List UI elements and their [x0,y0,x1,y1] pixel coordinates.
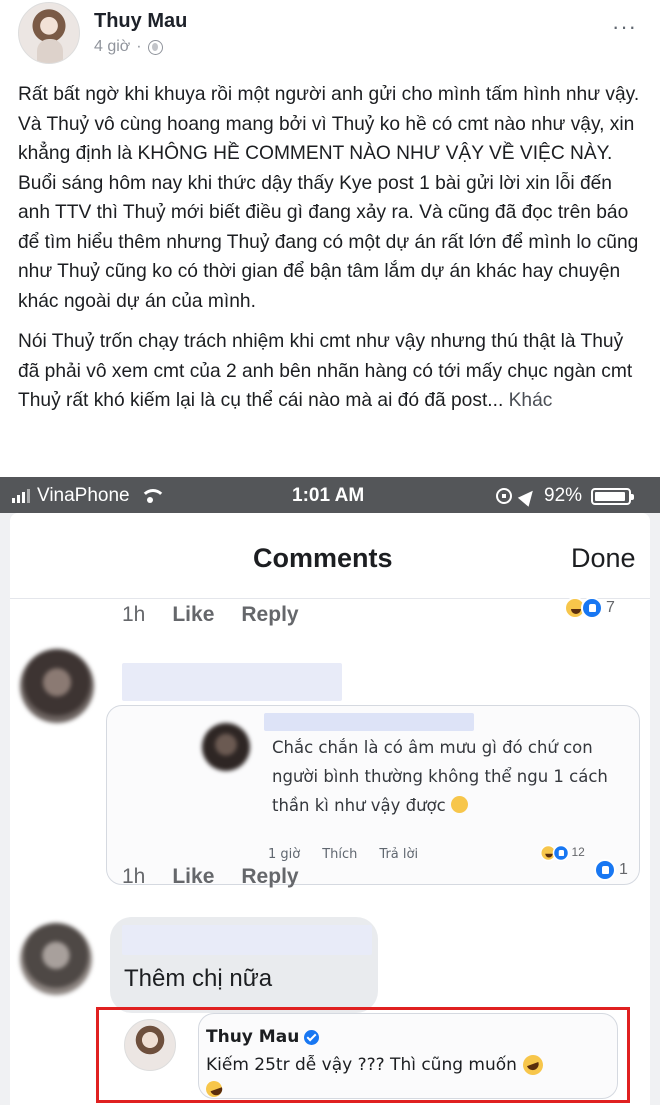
see-more-link[interactable]: Khác [509,390,553,411]
author-name[interactable]: Thuy Mau [94,10,187,33]
embedded-screenshot[interactable]: VinaPhone 1:01 AM 92% Comments Done 1h L… [0,477,660,1105]
post-header: Thuy Mau 4 giờ · ··· [0,0,660,72]
like-button[interactable]: Like [172,865,214,889]
commenter-avatar[interactable] [20,649,94,723]
status-right: 92% [496,485,635,507]
redacted-name [122,663,342,701]
comment-actions-row: 1h Like Reply [122,865,299,889]
comment-actions-row: 1h Like Reply [122,603,299,627]
laughing-emoji-icon [520,1052,546,1078]
author-avatar[interactable] [18,2,80,64]
reaction-summary[interactable]: 1 [594,859,628,881]
like-button[interactable]: Like [172,603,214,627]
nested-reaction-count: 12 [571,846,585,859]
location-icon [517,485,539,507]
nested-comment-meta: 1 giờ Thích Trả lời [268,847,418,862]
post-paragraph: Rất bất ngờ khi khuya rồi một người anh … [18,84,640,312]
reply-button[interactable]: Reply [241,865,298,889]
status-time: 1:01 AM [292,485,365,506]
reaction-count: 7 [606,599,615,616]
comments-sheet: Comments Done 1h Like Reply 7 Chắc chắn … [10,513,650,1105]
comment-text: Thêm chị nữa [124,965,273,992]
reply-author[interactable]: Thuy Mau [206,1027,320,1047]
battery-percent: 92% [544,485,583,506]
reply-avatar[interactable] [124,1019,176,1071]
like-reaction-icon [552,844,570,862]
reaction-summary[interactable]: 7 [564,597,615,619]
post-text: Rất bất ngờ khi khuya rồi một người anh … [18,80,648,427]
rotation-lock-icon [496,488,512,504]
nested-commenter-avatar [202,723,250,771]
more-options-icon[interactable]: ··· [612,14,637,40]
battery-icon [591,487,635,505]
nested-like: Thích [322,847,358,862]
post-paragraph: Nói Thuỷ trốn chạy trách nhiệm khi cmt n… [18,327,648,416]
nested-redacted-name [264,713,474,731]
reply-author-name: Thuy Mau [206,1027,300,1047]
carrier-name: VinaPhone [37,485,130,506]
meta-separator: · [136,38,142,55]
nested-reply: Trả lời [379,847,419,862]
phone-status-bar: VinaPhone 1:01 AM 92% [0,477,660,513]
nested-comment-text: Chắc chắn là có âm mưu gì đó chứ con ngư… [272,733,612,820]
post-time[interactable]: 4 giờ [94,38,130,56]
globe-icon [147,39,163,55]
signal-icon [12,489,30,503]
carrier-group: VinaPhone [12,485,166,507]
smile-emoji-icon [450,796,468,813]
nested-time: 1 giờ [268,847,301,862]
redacted-name [122,925,372,955]
comments-title: Comments [253,543,393,573]
post-meta: 4 giờ · [94,38,163,56]
nested-reaction-summary: 12 [540,844,585,862]
reaction-count: 1 [619,861,628,878]
nested-comment-body: Chắc chắn là có âm mưu gì đó chứ con ngư… [272,738,608,815]
done-button[interactable]: Done [571,543,636,574]
comments-header: Comments Done [10,513,650,599]
comment-time: 1h [122,603,146,626]
reply-body: Kiếm 25tr dễ vậy ??? Thì cũng muốn [206,1055,517,1075]
like-reaction-icon [594,859,616,881]
like-reaction-icon [581,597,603,619]
wifi-icon [139,489,166,503]
comment-time: 1h [122,865,146,888]
reply-text: Kiếm 25tr dễ vậy ??? Thì cũng muốn [206,1052,546,1078]
reply-button[interactable]: Reply [241,603,298,627]
verified-badge-icon [304,1029,320,1045]
commenter-avatar[interactable] [20,923,92,995]
